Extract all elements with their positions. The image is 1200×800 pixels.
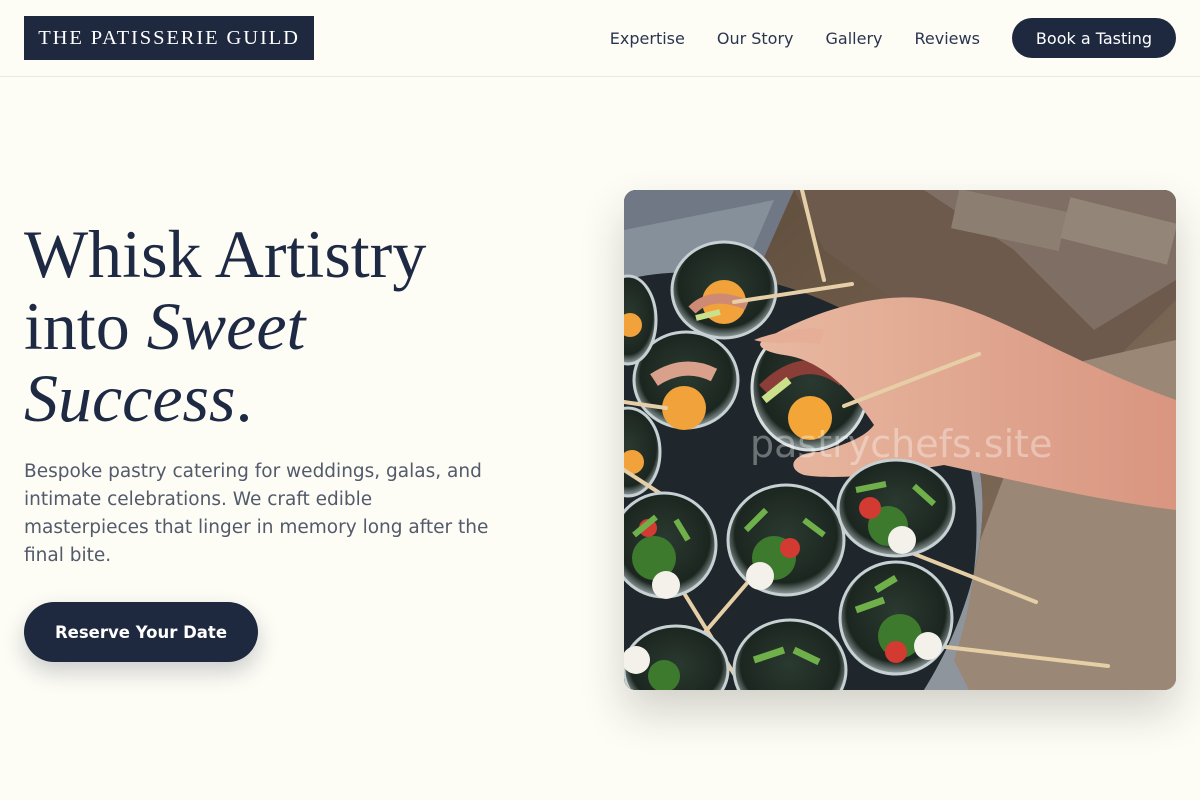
hero-title-line-3-end: .: [235, 360, 253, 436]
hero-title: Whisk Artistry into Sweet Success.: [24, 218, 544, 434]
hero-description: Bespoke pastry catering for weddings, ga…: [24, 461, 489, 566]
nav-link-our-story[interactable]: Our Story: [717, 29, 794, 48]
cup-orange-1: [670, 240, 778, 340]
hero-title-line-2-plain: into: [24, 288, 147, 364]
book-tasting-button[interactable]: Book a Tasting: [1011, 18, 1176, 58]
hero-title-line-3-italic: Success: [24, 360, 236, 436]
brand-logo[interactable]: THE PATISSERIE GUILD: [24, 16, 314, 60]
nav-link-gallery[interactable]: Gallery: [826, 29, 883, 48]
site-header: THE PATISSERIE GUILD Expertise Our Story…: [0, 0, 1200, 77]
nav-link-expertise[interactable]: Expertise: [610, 29, 685, 48]
main-nav: Expertise Our Story Gallery Reviews Book…: [610, 18, 1176, 58]
reserve-date-button[interactable]: Reserve Your Date: [24, 602, 258, 662]
image-watermark: pastrychefs.site: [750, 422, 1053, 466]
hero-photo: pastrychefs.site: [624, 190, 1176, 690]
nav-link-reviews[interactable]: Reviews: [915, 29, 980, 48]
hero-title-line-1: Whisk Artistry: [24, 216, 427, 292]
hero-title-line-2-italic: Sweet: [146, 288, 306, 364]
page: THE PATISSERIE GUILD Expertise Our Story…: [0, 0, 1200, 800]
